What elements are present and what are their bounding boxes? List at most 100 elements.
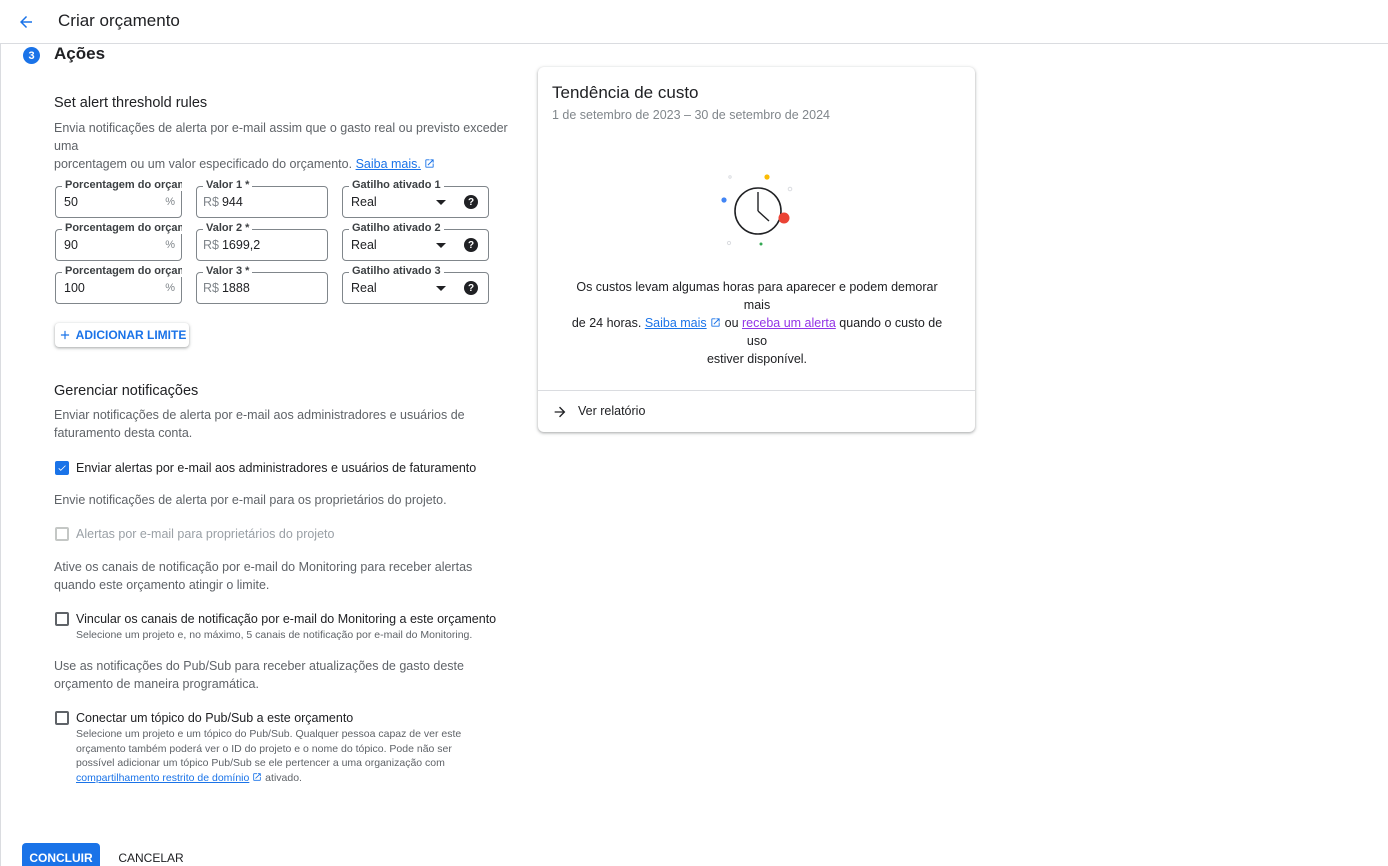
card-message-line3: estiver disponível. — [706, 352, 808, 366]
help-icon[interactable]: ? — [464, 281, 478, 295]
domain-restricted-sharing-link[interactable]: compartilhamento restrito de domínio — [76, 772, 249, 784]
page-title: Criar orçamento — [58, 11, 180, 30]
done-button[interactable]: CONCLUIR — [22, 843, 100, 866]
card-message: Os custos levam algumas horas para apare… — [568, 278, 946, 368]
percent-field[interactable]: Porcentagem do orçame 100 % — [55, 265, 182, 304]
pubsub-topic-checkbox[interactable] — [55, 711, 69, 725]
threshold-desc-line1: Envia notificações de alerta por e-mail … — [54, 121, 508, 153]
percent-value: 90 — [64, 238, 78, 252]
help-icon[interactable]: ? — [464, 195, 478, 209]
amount-value-wrap: R$ 1699,2 — [203, 238, 260, 252]
billing-admins-checkbox[interactable] — [55, 461, 69, 475]
percent-suffix: % — [165, 196, 175, 208]
monitoring-channels-sublabel: Selecione um projeto e, no máximo, 5 can… — [76, 629, 473, 641]
monitoring-description: Ative os canais de notificação por e-mai… — [54, 558, 472, 594]
plus-icon — [60, 330, 69, 340]
percent-field-label: Porcentagem do orçame — [62, 179, 182, 191]
monitoring-desc-line2: quando este orçamento atingir o limite. — [54, 578, 270, 592]
pubsub-sub-line4: compartilhamento restrito de domínio ati… — [76, 771, 302, 784]
cost-trend-card: Tendência de custo 1 de setembro de 2023… — [538, 67, 975, 432]
learn-more-link[interactable]: Saiba mais. — [356, 157, 421, 171]
monitoring-channels-checkbox[interactable] — [55, 612, 69, 626]
pubsub-desc-line1: Use as notificações do Pub/Sub para rece… — [54, 659, 464, 673]
check-icon — [58, 465, 66, 471]
pubsub-sub-line1: Selecione um projeto e um tópico do Pub/… — [76, 728, 462, 740]
trigger-field-label: Gatilho ativado 1 — [349, 179, 444, 191]
add-threshold-button[interactable]: ADICIONAR LIMITE — [55, 323, 189, 347]
percent-suffix: % — [165, 282, 175, 294]
trigger-value: Real — [351, 281, 377, 295]
pubsub-sub-line3: possível adicionar um tópico Pub/Sub se … — [76, 757, 445, 769]
notifications-heading: Gerenciar notificações — [54, 383, 199, 399]
step-number-badge: 3 — [23, 47, 40, 64]
owners-description: Envie notificações de alerta por e-mail … — [54, 493, 447, 507]
percent-value: 50 — [64, 195, 78, 209]
card-message-line1: Os custos levam algumas horas para apare… — [576, 280, 938, 312]
pubsub-description: Use as notificações do Pub/Sub para rece… — [54, 657, 464, 693]
left-divider — [0, 44, 1, 866]
notifications-desc-line2: faturamento desta conta. — [54, 426, 193, 440]
external-link-icon — [711, 318, 720, 327]
card-learn-more-link[interactable]: Saiba mais — [645, 316, 707, 330]
clock-illustration-icon — [721, 174, 793, 246]
help-icon[interactable]: ? — [464, 238, 478, 252]
get-alert-link[interactable]: receba um alerta — [742, 316, 836, 330]
view-report-label: Ver relatório — [578, 404, 646, 418]
currency-prefix: R$ — [203, 195, 219, 209]
trigger-select[interactable]: Gatilho ativado 3 Real ? — [342, 265, 489, 304]
trigger-value: Real — [351, 195, 377, 209]
percent-field[interactable]: Porcentagem do orçame 50 % — [55, 179, 182, 218]
view-report-row[interactable]: Ver relatório — [538, 390, 975, 432]
card-message-line2: de 24 horas. Saiba mais ou receba um ale… — [571, 316, 943, 348]
card-title: Tendência de custo — [552, 83, 699, 102]
percent-suffix: % — [165, 239, 175, 251]
percent-field-label: Porcentagem do orçame — [62, 222, 182, 234]
amount-field[interactable]: Valor 3 * R$ 1888 — [196, 265, 328, 304]
trigger-field-label: Gatilho ativado 2 — [349, 222, 444, 234]
currency-prefix: R$ — [203, 238, 219, 252]
pubsub-desc-line2: orçamento de maneira programática. — [54, 677, 259, 691]
percent-field-label: Porcentagem do orçame — [62, 265, 182, 277]
amount-field-label: Valor 3 * — [203, 265, 253, 277]
threshold-heading: Set alert threshold rules — [54, 95, 208, 111]
trigger-select[interactable]: Gatilho ativado 1 Real ? — [342, 179, 489, 218]
external-link-icon — [253, 772, 262, 781]
back-arrow-icon[interactable] — [14, 10, 38, 34]
amount-field[interactable]: Valor 2 * R$ 1699,2 — [196, 222, 328, 261]
cancel-button[interactable]: CANCELAR — [110, 843, 192, 866]
external-link-icon — [425, 159, 434, 168]
billing-admins-label: Enviar alertas por e-mail aos administra… — [76, 461, 477, 475]
dropdown-caret-icon — [436, 200, 446, 205]
amount-value: 944 — [221, 195, 243, 209]
percent-field[interactable]: Porcentagem do orçame 90 % — [55, 222, 182, 261]
trigger-value: Real — [351, 238, 377, 252]
amount-value: 1699,2 — [221, 238, 261, 252]
amount-field-label: Valor 1 * — [203, 179, 253, 191]
trigger-field-label: Gatilho ativado 3 — [349, 265, 444, 277]
pubsub-topic-sublabel: Selecione um projeto e um tópico do Pub/… — [76, 727, 496, 785]
amount-value-wrap: R$ 1888 — [203, 281, 250, 295]
step-title: Ações — [54, 44, 106, 63]
percent-value: 100 — [64, 281, 85, 295]
card-date-range: 1 de setembro de 2023 – 30 de setembro d… — [552, 108, 830, 122]
monitoring-desc-line1: Ative os canais de notificação por e-mai… — [54, 560, 473, 574]
currency-prefix: R$ — [203, 281, 219, 295]
amount-field-label: Valor 2 * — [203, 222, 253, 234]
top-bar: Criar orçamento — [0, 0, 1388, 44]
notifications-description: Enviar notificações de alerta por e-mail… — [54, 406, 465, 442]
pubsub-topic-label: Conectar um tópico do Pub/Sub a este orç… — [76, 711, 354, 725]
threshold-description: Envia notificações de alerta por e-mail … — [54, 119, 514, 173]
dropdown-caret-icon — [436, 286, 446, 291]
amount-field[interactable]: Valor 1 * R$ 944 — [196, 179, 328, 218]
project-owners-label: Alertas por e-mail para proprietários do… — [76, 527, 335, 541]
notifications-desc-line1: Enviar notificações de alerta por e-mail… — [54, 408, 465, 422]
monitoring-channels-label: Vincular os canais de notificação por e-… — [76, 612, 497, 626]
amount-value: 1888 — [221, 281, 250, 295]
pubsub-sub-line2: orçamento também poderá ver o ID do proj… — [76, 742, 452, 755]
amount-value-wrap: R$ 944 — [203, 195, 243, 209]
trigger-select[interactable]: Gatilho ativado 2 Real ? — [342, 222, 489, 261]
arrow-right-icon — [554, 406, 566, 418]
threshold-desc-line2: porcentagem ou um valor especificado do … — [54, 155, 514, 173]
dropdown-caret-icon — [436, 243, 446, 248]
project-owners-checkbox[interactable] — [55, 527, 69, 541]
